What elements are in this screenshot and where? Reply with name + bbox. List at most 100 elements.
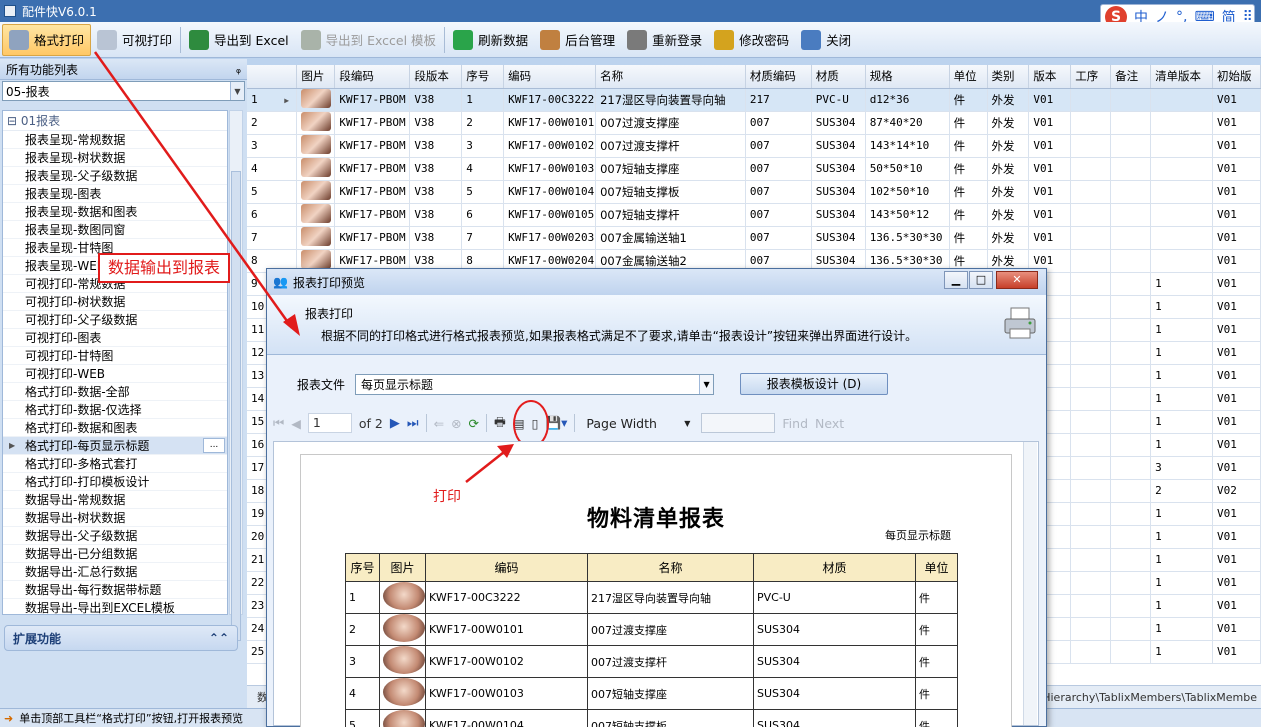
grid-cell[interactable]: [1110, 640, 1152, 664]
collapse-icon[interactable]: ⌃⌃: [209, 631, 229, 645]
grid-cell[interactable]: [1110, 456, 1152, 480]
grid-cell[interactable]: [1110, 341, 1152, 365]
grid-cell[interactable]: [1070, 594, 1112, 618]
grid-cell[interactable]: [1150, 157, 1213, 181]
grid-cell[interactable]: V38: [409, 203, 463, 227]
grid-cell[interactable]: [1070, 456, 1112, 480]
grid-cell[interactable]: 007短轴支撑座: [595, 157, 746, 181]
grid-cell[interactable]: SUS304: [811, 134, 866, 158]
grid-cell[interactable]: 136.5*30*30: [865, 226, 950, 250]
chevron-down-icon[interactable]: ▼: [230, 82, 244, 100]
grid-cell[interactable]: KWF17-00W0103: [503, 157, 597, 181]
grid-cell[interactable]: [1110, 111, 1152, 135]
grid-cell[interactable]: 50*50*10: [865, 157, 950, 181]
grid-cell[interactable]: V01: [1212, 318, 1261, 342]
grid-cell[interactable]: [1110, 272, 1152, 296]
grid-cell[interactable]: KWF17-00W0102: [503, 134, 597, 158]
grid-cell[interactable]: [1070, 295, 1112, 319]
grid-cell[interactable]: d12*36: [865, 88, 950, 112]
tree-item[interactable]: 格式打印-数据-全部: [3, 383, 227, 401]
grid-cell[interactable]: [1110, 387, 1152, 411]
toolbar-button-excel-template[interactable]: 导出到 Exccel 模板: [295, 24, 442, 56]
grid-cell[interactable]: [1070, 111, 1112, 135]
grid-cell[interactable]: V01: [1212, 341, 1261, 365]
grid-cell[interactable]: [1070, 410, 1112, 434]
grid-cell[interactable]: KWF17-PBOM: [334, 180, 411, 204]
grid-cell[interactable]: [1150, 203, 1213, 227]
grid-cell[interactable]: 007: [745, 111, 812, 135]
grid-cell[interactable]: V38: [409, 88, 463, 112]
toolbar-button-refresh[interactable]: 刷新数据: [447, 24, 534, 56]
grid-cell[interactable]: 217湿区导向装置导向轴: [595, 88, 746, 112]
scroll-thumb[interactable]: [231, 171, 241, 641]
grid-cell[interactable]: 件: [949, 157, 988, 181]
chevron-down-icon[interactable]: ▼: [699, 374, 714, 394]
grid-cell[interactable]: SUS304: [811, 111, 866, 135]
grid-cell[interactable]: [1110, 203, 1152, 227]
grid-cell[interactable]: V38: [409, 157, 463, 181]
tree-item[interactable]: 数据导出-常规数据: [3, 491, 227, 509]
grid-cell[interactable]: 1: [1150, 318, 1213, 342]
grid-cell[interactable]: 102*50*10: [865, 180, 950, 204]
grid-cell[interactable]: [1150, 134, 1213, 158]
grid-cell[interactable]: 2: [461, 111, 505, 135]
grid-cell[interactable]: 007: [745, 157, 812, 181]
grid-cell[interactable]: 007短轴支撑板: [595, 180, 746, 204]
column-header[interactable]: [247, 65, 298, 89]
extension-panel-header[interactable]: 扩展功能 ⌃⌃: [4, 625, 238, 651]
grid-cell[interactable]: [1110, 502, 1152, 526]
grid-cell[interactable]: KWF17-00W0105: [503, 203, 597, 227]
grid-cell[interactable]: V01: [1212, 134, 1261, 158]
grid-cell[interactable]: [1110, 594, 1152, 618]
grid-cell[interactable]: 3: [1150, 456, 1213, 480]
grid-cell[interactable]: 外发: [987, 157, 1030, 181]
grid-cell[interactable]: KWF17-PBOM: [334, 111, 411, 135]
grid-cell[interactable]: [1110, 226, 1152, 250]
grid-cell[interactable]: 件: [949, 226, 988, 250]
tree-item[interactable]: 报表呈现-数图同窗: [3, 221, 227, 239]
grid-cell[interactable]: KWF17-00W0101: [503, 111, 597, 135]
grid-cell[interactable]: 007: [745, 134, 812, 158]
grid-cell[interactable]: [1110, 249, 1152, 273]
toolbar-button-printer[interactable]: 格式打印: [2, 23, 92, 56]
column-header[interactable]: 名称: [595, 65, 746, 89]
grid-cell[interactable]: V01: [1212, 203, 1261, 227]
column-header[interactable]: 类别: [987, 65, 1030, 89]
grid-cell[interactable]: 007短轴支撑杆: [595, 203, 746, 227]
stop-icon[interactable]: ⊗: [451, 416, 461, 431]
tree-item[interactable]: 可视打印-树状数据: [3, 293, 227, 311]
grid-cell[interactable]: 007过渡支撑杆: [595, 134, 746, 158]
back-icon[interactable]: ⇐: [434, 416, 444, 431]
grid-cell[interactable]: [1110, 180, 1152, 204]
grid-cell[interactable]: [1150, 249, 1213, 273]
tree-item[interactable]: 数据导出-每行数据带标题: [3, 581, 227, 599]
column-header[interactable]: 单位: [949, 65, 988, 89]
grid-cell[interactable]: V01: [1028, 88, 1072, 112]
grid-cell[interactable]: [1070, 433, 1112, 457]
grid-cell[interactable]: 87*40*20: [865, 111, 950, 135]
grid-cell[interactable]: V01: [1212, 295, 1261, 319]
grid-cell[interactable]: [1070, 548, 1112, 572]
grid-cell[interactable]: [1070, 226, 1112, 250]
grid-cell[interactable]: 件: [949, 134, 988, 158]
table-row[interactable]: 2 KWF17-PBOM V38 2 KWF17-00W0101 007过渡支撑座 007 S…: [247, 111, 1261, 135]
column-header[interactable]: 段版本: [409, 65, 463, 89]
tree-item[interactable]: 格式打印-多格式套打: [3, 455, 227, 473]
column-header[interactable]: 工序: [1070, 65, 1112, 89]
grid-cell[interactable]: 3: [461, 134, 505, 158]
tree-item[interactable]: 可视打印-WEB: [3, 365, 227, 383]
grid-cell[interactable]: 外发: [987, 203, 1030, 227]
grid-cell[interactable]: V01: [1212, 249, 1261, 273]
tree-item[interactable]: 数据导出-已分组数据: [3, 545, 227, 563]
grid-cell[interactable]: V02: [1212, 479, 1261, 503]
grid-cell[interactable]: V38: [409, 111, 463, 135]
module-select[interactable]: 05-报表 ▼: [2, 81, 245, 101]
minimize-button[interactable]: ▁: [944, 271, 968, 289]
grid-cell[interactable]: [1150, 111, 1213, 135]
grid-cell[interactable]: 1: [1150, 364, 1213, 388]
grid-cell[interactable]: V01: [1212, 456, 1261, 480]
grid-cell[interactable]: [1150, 226, 1213, 250]
tree-group[interactable]: ⊟ 01报表: [3, 111, 227, 131]
column-header[interactable]: 版本: [1028, 65, 1072, 89]
close-button[interactable]: ✕: [996, 271, 1038, 289]
